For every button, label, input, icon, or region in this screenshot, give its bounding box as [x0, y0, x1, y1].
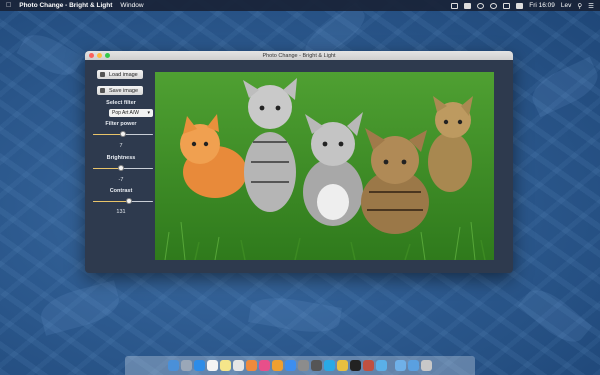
calendar-icon[interactable] — [207, 360, 218, 371]
filter-select[interactable]: Pop Art A/W ▾ — [109, 109, 153, 117]
slider-fill — [93, 200, 129, 202]
load-image-label: Load image — [109, 71, 138, 78]
dropbox-icon[interactable] — [464, 2, 472, 9]
save-image-button[interactable]: Save image — [97, 86, 143, 95]
slider-fill — [93, 167, 122, 169]
dock — [125, 356, 475, 375]
time-machine-icon[interactable] — [477, 2, 485, 9]
brightness-value: -7 — [118, 177, 124, 183]
apple-menu-icon[interactable]:  — [6, 2, 11, 9]
trash-icon[interactable] — [421, 360, 432, 371]
finder-icon[interactable] — [168, 360, 179, 371]
slider-knob[interactable] — [120, 131, 126, 137]
app-menu[interactable]: Photo Change - Bright & Light — [19, 2, 112, 9]
wifi-icon[interactable] — [490, 2, 498, 9]
launchpad-icon[interactable] — [181, 360, 192, 371]
window-titlebar[interactable]: Photo Change - Bright & Light — [85, 51, 513, 60]
filter-power-value: 7 — [119, 143, 123, 149]
list-icon[interactable]: ☰ — [588, 2, 594, 10]
chrome-icon[interactable] — [337, 360, 348, 371]
brightness-label: Brightness — [106, 155, 136, 161]
kitten-grey-tabby — [243, 78, 297, 212]
kitten-brown-tabby — [361, 128, 429, 234]
photo-change-icon[interactable] — [363, 360, 374, 371]
safari-icon[interactable] — [194, 360, 205, 371]
photos-icon[interactable] — [246, 360, 257, 371]
menu-bar:  Photo Change - Bright & Light Window F… — [0, 0, 600, 11]
itunes-icon[interactable] — [259, 360, 270, 371]
clock[interactable]: Fri 16:09 — [529, 2, 555, 9]
terminal-icon[interactable] — [350, 360, 361, 371]
window-title: Photo Change - Bright & Light — [262, 52, 336, 59]
user-name[interactable]: Lev — [561, 2, 571, 9]
controls-panel: Load image Save image Select filter Pop … — [85, 60, 157, 273]
contrast-value: 131 — [116, 209, 126, 215]
photo-preview — [155, 72, 494, 260]
ibooks-icon[interactable] — [272, 360, 283, 371]
image-icon — [100, 72, 105, 77]
save-icon — [100, 88, 105, 93]
status-area: Fri 16:09 Lev ⚲ ☰ — [451, 2, 594, 10]
filter-power-slider[interactable] — [93, 131, 153, 137]
select-filter-label: Select filter — [106, 100, 136, 106]
slider-knob[interactable] — [118, 165, 125, 171]
folder-icon[interactable] — [395, 360, 406, 371]
volume-icon[interactable] — [503, 2, 511, 9]
search-icon[interactable]: ⚲ — [577, 2, 582, 10]
vpn-icon[interactable] — [451, 2, 459, 9]
load-image-button[interactable]: Load image — [97, 70, 143, 79]
utility-icon[interactable] — [311, 360, 322, 371]
save-image-label: Save image — [109, 87, 139, 94]
app-window: Photo Change - Bright & Light Load image… — [85, 51, 513, 273]
slider-fill — [93, 133, 123, 135]
filter-power-label: Filter power — [105, 121, 137, 127]
brightness-slider[interactable] — [93, 165, 153, 171]
window-menu[interactable]: Window — [120, 2, 143, 9]
chevron-down-icon: ▾ — [147, 110, 150, 116]
kittens-photo — [155, 72, 494, 260]
preview-icon[interactable] — [376, 360, 387, 371]
app-store-icon[interactable] — [285, 360, 296, 371]
slider-knob[interactable] — [126, 198, 132, 204]
zoom-button[interactable] — [105, 53, 110, 58]
downloads-icon[interactable] — [408, 360, 419, 371]
kitten-grey-white — [303, 112, 363, 226]
window-controls — [85, 53, 110, 58]
contrast-slider[interactable] — [93, 198, 153, 204]
skype-icon[interactable] — [324, 360, 335, 371]
close-button[interactable] — [89, 53, 94, 58]
reminders-icon[interactable] — [233, 360, 244, 371]
minimize-button[interactable] — [97, 53, 102, 58]
notes-icon[interactable] — [220, 360, 231, 371]
system-preferences-icon[interactable] — [298, 360, 309, 371]
contrast-label: Contrast — [109, 188, 133, 194]
filter-select-value: Pop Art A/W — [112, 110, 139, 116]
battery-icon[interactable] — [516, 2, 524, 9]
